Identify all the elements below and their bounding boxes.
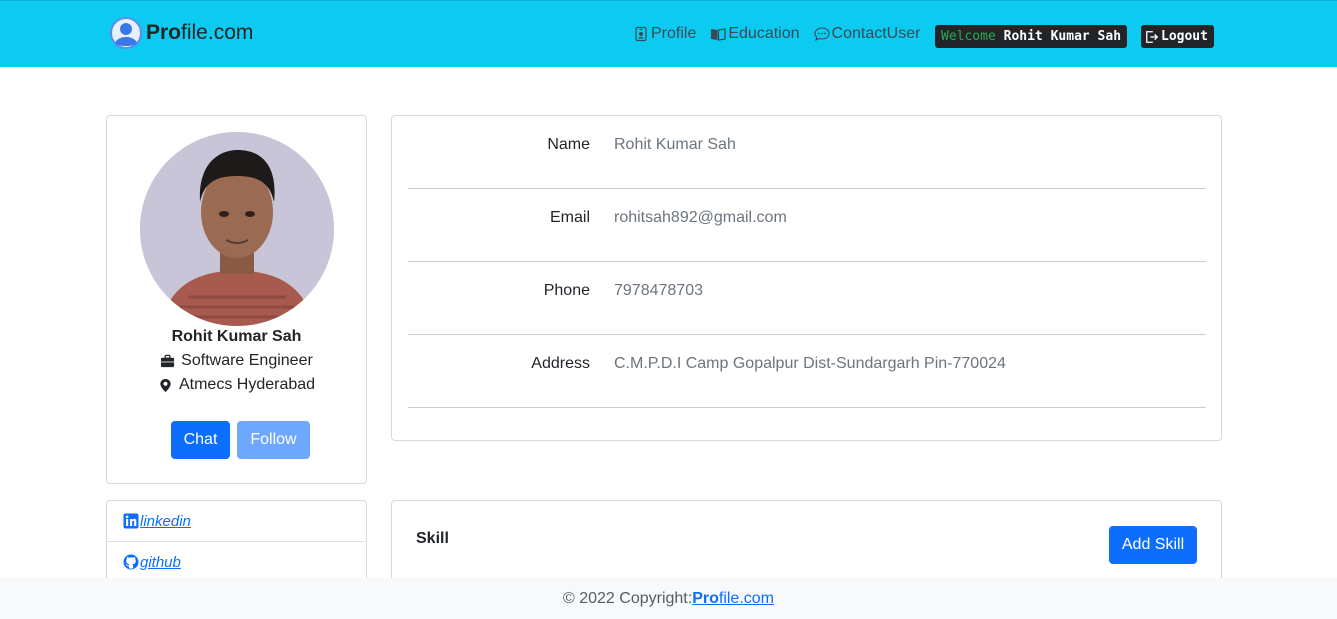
linkedin-icon: [123, 513, 139, 529]
details-card: Name Rohit Kumar Sah Email rohitsah892@g…: [391, 115, 1222, 441]
nav-contactuser-label: ContactUser: [831, 25, 921, 42]
detail-row-email: Email rohitsah892@gmail.com: [408, 189, 1206, 262]
book-icon: [711, 28, 726, 41]
detail-label: Address: [531, 355, 590, 372]
footer-brand-link[interactable]: Profile.com: [692, 590, 774, 607]
chat-button[interactable]: Chat: [171, 421, 230, 459]
detail-row-address: Address C.M.P.D.I Camp Gopalpur Dist-Sun…: [408, 335, 1206, 408]
nav-contactuser-link[interactable]: ContactUser: [813, 25, 921, 43]
detail-row-name: Name Rohit Kumar Sah: [408, 116, 1206, 189]
linkedin-label: linkedin: [140, 512, 191, 530]
list-item: github: [107, 542, 366, 583]
detail-label: Name: [547, 136, 590, 153]
detail-row-phone: Phone 7978478703: [408, 262, 1206, 335]
welcome-badge: Welcome Rohit Kumar Sah: [935, 25, 1128, 48]
nav-education-link[interactable]: Education: [710, 25, 800, 43]
nav-profile-link[interactable]: Profile: [633, 25, 696, 43]
brand-text: Profile.com: [146, 21, 254, 44]
linkedin-link[interactable]: linkedin: [123, 513, 191, 530]
footer: © 2022 Copyright:Profile.com: [0, 578, 1337, 619]
add-skill-button[interactable]: Add Skill: [1109, 526, 1197, 564]
detail-label: Phone: [543, 282, 590, 299]
detail-value: Rohit Kumar Sah: [614, 136, 736, 153]
list-item: linkedin: [107, 501, 366, 542]
detail-value: C.M.P.D.I Camp Gopalpur Dist-Sundargarh …: [614, 355, 1006, 372]
brand-link[interactable]: Profile.com: [110, 17, 253, 49]
welcome-name: Rohit Kumar Sah: [1003, 29, 1122, 44]
profile-role-text: Software Engineer: [181, 352, 313, 369]
github-label: github: [140, 553, 181, 571]
profile-card: Rohit Kumar Sah Software Engineer Atmecs…: [106, 115, 367, 484]
github-icon: [123, 554, 139, 570]
detail-label: Email: [549, 209, 590, 226]
avatar: [140, 132, 334, 326]
location-pin-icon: [160, 378, 171, 392]
nav-profile-label: Profile: [651, 25, 697, 42]
user-circle-icon: [110, 17, 142, 49]
chat-dots-icon: [813, 27, 830, 42]
github-link[interactable]: github: [123, 554, 181, 571]
profile-role: Software Engineer: [107, 352, 366, 370]
nav-links: Profile Education ContactUser: [633, 25, 920, 43]
logout-icon: [1146, 30, 1159, 43]
logout-label: Logout: [1161, 29, 1208, 44]
skill-title: Skill: [416, 530, 449, 547]
detail-value: rohitsah892@gmail.com: [614, 209, 787, 226]
person-badge-icon: [635, 26, 647, 42]
briefcase-icon: [161, 354, 175, 367]
footer-copyright: © 2022 Copyright:: [563, 590, 693, 607]
navbar: Profile.com Profile Education ContactUse…: [0, 0, 1337, 67]
follow-button[interactable]: Follow: [237, 421, 310, 459]
welcome-label: Welcome: [941, 29, 1004, 44]
profile-location-text: Atmecs Hyderabad: [178, 376, 316, 393]
detail-value: 7978478703: [614, 282, 703, 299]
nav-education-label: Education: [728, 25, 800, 42]
profile-photo: [140, 132, 334, 326]
profile-location: Atmecs Hyderabad: [107, 376, 366, 394]
profile-name: Rohit Kumar Sah: [171, 328, 302, 345]
logout-button[interactable]: Logout: [1141, 25, 1214, 48]
